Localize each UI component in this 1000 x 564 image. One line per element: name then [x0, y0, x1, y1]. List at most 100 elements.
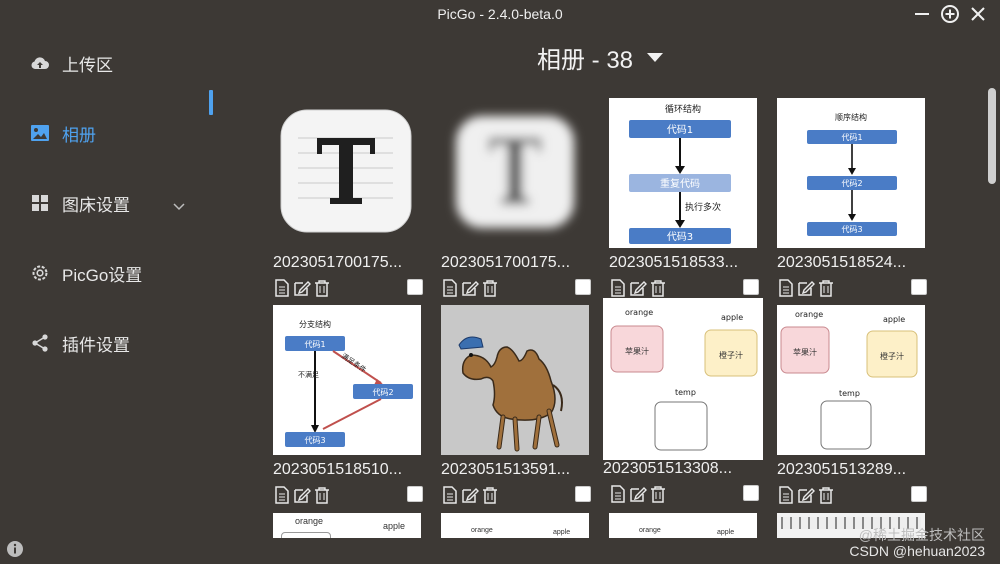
edit-icon[interactable] — [797, 279, 815, 297]
select-checkbox[interactable] — [575, 279, 591, 295]
watermark-line: CSDN @hehuan2023 — [849, 543, 985, 559]
diagram-label: 代码3 — [304, 435, 325, 445]
album-title: 相册 - 38 — [537, 47, 634, 74]
typora-icon-blurred-thumbnail[interactable] — [441, 98, 589, 248]
delete-icon[interactable] — [649, 485, 667, 503]
partial-thumbnail[interactable]: orange apple — [273, 513, 421, 538]
diagram-label: 代码1 — [667, 124, 693, 136]
info-icon[interactable] — [6, 540, 24, 558]
close-icon[interactable] — [968, 4, 988, 24]
camel-thumbnail[interactable] — [441, 305, 589, 455]
diagram-label: orange — [471, 527, 493, 534]
gallery-card[interactable]: 2023051513591... — [441, 305, 591, 505]
diagram-title: 分支结构 — [299, 319, 331, 329]
file-name: 2023051513591... — [441, 461, 571, 478]
copy-link-icon[interactable] — [441, 486, 459, 504]
select-checkbox[interactable] — [743, 279, 759, 295]
diagram-label: apple — [553, 529, 571, 536]
select-checkbox[interactable] — [407, 486, 423, 502]
edit-icon[interactable] — [293, 279, 311, 297]
copy-link-icon[interactable] — [273, 486, 291, 504]
copy-link-icon[interactable] — [609, 485, 627, 503]
chevron-down-icon[interactable] — [173, 196, 185, 216]
diagram-label: 重复代码 — [660, 177, 700, 190]
partial-thumbnail[interactable]: orange apple — [441, 513, 589, 538]
loop-structure-thumbnail[interactable]: 循环结构 代码1 重复代码 执行多次 代码3 — [609, 98, 757, 248]
edit-icon[interactable] — [629, 279, 647, 297]
gallery-card[interactable]: 分支结构 代码1 满足条件 不满足 代码2 代码3 2023051518510.… — [273, 305, 423, 505]
edit-icon[interactable] — [293, 486, 311, 504]
delete-icon[interactable] — [817, 486, 835, 504]
copy-link-icon[interactable] — [441, 279, 459, 297]
select-checkbox[interactable] — [575, 486, 591, 502]
partial-thumbnail[interactable]: orange apple — [609, 513, 757, 538]
branch-structure-thumbnail[interactable]: 分支结构 代码1 满足条件 不满足 代码2 代码3 — [273, 305, 421, 455]
select-checkbox[interactable] — [911, 279, 927, 295]
copy-link-icon[interactable] — [273, 279, 291, 297]
diagram-label: apple — [717, 529, 735, 536]
diagram-label: 满足条件 — [340, 351, 368, 374]
gallery-card[interactable]: orange apple 苹果汁 橙子汁 temp 2023051513289.… — [777, 305, 927, 505]
edit-icon[interactable] — [461, 486, 479, 504]
sidebar-item-label: 图床设置 — [62, 195, 130, 215]
edit-icon[interactable] — [797, 486, 815, 504]
delete-icon[interactable] — [313, 486, 331, 504]
delete-icon[interactable] — [481, 279, 499, 297]
diagram-label: 苹果汁 — [793, 347, 817, 357]
grid-icon — [30, 193, 50, 213]
gallery-card[interactable]: 顺序结构 代码1 代码2 代码3 2023051518524... — [777, 98, 927, 298]
diagram-label: apple — [883, 315, 905, 324]
delete-icon[interactable] — [649, 279, 667, 297]
select-checkbox[interactable] — [911, 486, 927, 502]
diagram-label: orange — [639, 527, 661, 534]
file-name: 2023051700175... — [273, 254, 403, 271]
album-title-dropdown[interactable]: 相册 - 38 — [537, 40, 664, 75]
gear-icon — [30, 263, 50, 283]
copy-link-icon[interactable] — [777, 486, 795, 504]
diagram-label: temp — [675, 388, 696, 397]
diagram-label: 代码1 — [841, 132, 862, 142]
select-checkbox[interactable] — [407, 279, 423, 295]
variable-swap-thumbnail[interactable]: orange apple 苹果汁 橙子汁 temp — [603, 298, 763, 460]
sidebar-item-upload[interactable]: 上传区 — [30, 48, 215, 78]
diagram-label: 代码3 — [667, 231, 693, 243]
gallery-card[interactable]: 2023051700175... — [273, 98, 423, 298]
gallery-card[interactable]: 2023051700175... — [441, 98, 591, 298]
file-name: 2023051518524... — [777, 254, 907, 271]
file-name: 2023051518510... — [273, 461, 403, 478]
delete-icon[interactable] — [313, 279, 331, 297]
variable-swap-thumbnail[interactable]: orange apple 苹果汁 橙子汁 temp — [777, 305, 925, 455]
edit-icon[interactable] — [461, 279, 479, 297]
maximize-icon[interactable] — [940, 4, 960, 24]
sidebar-item-picgo-settings[interactable]: PicGo设置 — [30, 258, 215, 288]
diagram-label: apple — [383, 521, 406, 531]
sidebar-item-label: 插件设置 — [62, 335, 130, 355]
diagram-title: 顺序结构 — [835, 112, 867, 122]
gallery-card[interactable]: 循环结构 代码1 重复代码 执行多次 代码3 2023051518533... — [609, 98, 759, 298]
sidebar-item-plugin-settings[interactable]: 插件设置 — [30, 328, 215, 358]
copy-link-icon[interactable] — [609, 279, 627, 297]
edit-icon[interactable] — [629, 485, 647, 503]
diagram-label: temp — [839, 389, 860, 398]
copy-link-icon[interactable] — [777, 279, 795, 297]
diagram-label: 橙子汁 — [719, 350, 743, 360]
minimize-icon[interactable] — [912, 4, 932, 24]
typora-icon-thumbnail[interactable] — [273, 98, 421, 248]
delete-icon[interactable] — [817, 279, 835, 297]
diagram-label: 不满足 — [298, 370, 319, 379]
file-name: 2023051513289... — [777, 461, 907, 478]
gallery-card[interactable]: orange apple 苹果汁 橙子汁 temp 2023051513308.… — [603, 298, 765, 504]
sidebar-item-label: 相册 — [62, 125, 96, 145]
sidebar-item-album[interactable]: 相册 — [30, 118, 215, 148]
diagram-label: 代码1 — [304, 339, 325, 349]
scrollbar-thumb[interactable] — [988, 88, 996, 184]
sequence-structure-thumbnail[interactable]: 顺序结构 代码1 代码2 代码3 — [777, 98, 925, 248]
sidebar-item-bed-settings[interactable]: 图床设置 — [30, 188, 215, 218]
share-icon — [30, 333, 50, 353]
file-name: 2023051513308... — [603, 460, 733, 477]
select-checkbox[interactable] — [743, 485, 759, 501]
diagram-label: orange — [795, 310, 823, 319]
delete-icon[interactable] — [481, 486, 499, 504]
active-indicator — [209, 90, 213, 115]
sidebar: 上传区 相册 图床设置 PicGo设置 插件设置 — [0, 30, 230, 564]
